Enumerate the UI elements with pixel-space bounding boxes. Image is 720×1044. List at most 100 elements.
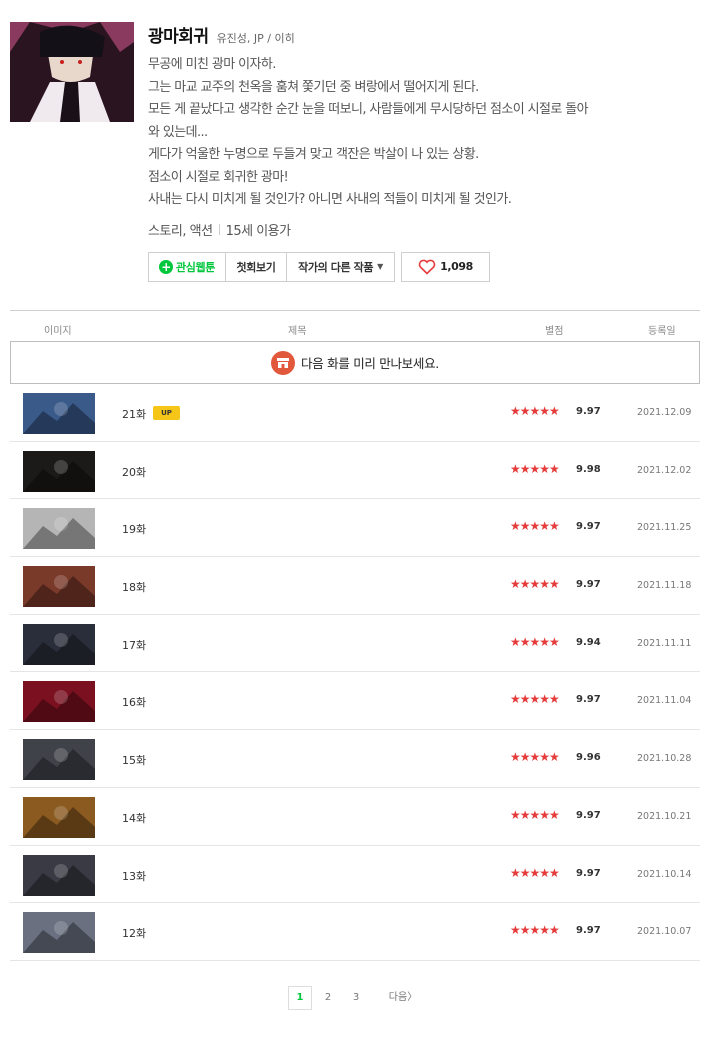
star-rating-icon: ★★★★★ — [510, 865, 560, 880]
store-icon — [271, 350, 296, 375]
episode-thumbnail[interactable] — [23, 450, 95, 492]
preview-text: 다음 화를 미리 만나보세요. — [301, 356, 439, 371]
preview-next-banner[interactable]: 다음 화를 미리 만나보세요. — [10, 341, 700, 384]
episode-row[interactable]: 15화 ★★★★★ 9.96 2021.10.28 — [10, 730, 700, 788]
episode-thumbnail[interactable] — [23, 796, 95, 838]
synopsis-line: 사내는 다시 미치게 될 것인가? 아니면 사내의 적들이 미치게 될 것인가. — [148, 192, 512, 207]
next-page-button[interactable]: 다음〉 — [386, 986, 420, 1010]
header-image: 이미지 — [44, 326, 72, 337]
pagination: 1 2 3 다음〉 — [0, 986, 720, 1010]
synopsis-line: 와 있는데... — [148, 124, 208, 140]
page-3-button[interactable]: 3 — [348, 986, 364, 1010]
episode-row[interactable]: 13화 ★★★★★ 9.97 2021.10.14 — [10, 846, 700, 904]
synopsis-line: 무공에 미친 광마 이자하. — [148, 57, 276, 72]
chevron-right-icon: 〉 — [407, 992, 418, 1003]
episode-date: 2021.10.21 — [637, 810, 692, 822]
episode-score: 9.96 — [576, 752, 601, 764]
episode-date: 2021.11.25 — [637, 522, 692, 534]
episode-row[interactable]: 12화 ★★★★★ 9.97 2021.10.07 — [10, 903, 700, 961]
episode-score: 9.98 — [576, 463, 601, 475]
series-cover-image[interactable] — [10, 22, 134, 122]
episode-score: 9.97 — [576, 809, 601, 821]
episode-date: 2021.11.11 — [637, 637, 692, 649]
header-rating: 별점 — [545, 326, 564, 337]
episode-date: 2021.10.28 — [637, 753, 692, 765]
episode-title[interactable]: 18화 — [122, 579, 146, 595]
episode-title[interactable]: 20화 — [122, 464, 146, 480]
star-rating-icon: ★★★★★ — [510, 519, 560, 534]
episode-row[interactable]: 17화 ★★★★★ 9.94 2021.11.11 — [10, 615, 700, 673]
episode-table-header: 이미지 제목 별점 등록일 — [10, 310, 700, 342]
episode-row[interactable]: 18화 ★★★★★ 9.97 2021.11.18 — [10, 557, 700, 615]
episode-title[interactable]: 12화 — [122, 925, 146, 941]
episode-date: 2021.11.18 — [637, 580, 692, 592]
star-rating-icon: ★★★★★ — [510, 577, 560, 592]
episode-thumbnail[interactable] — [23, 508, 95, 550]
episode-score: 9.97 — [576, 867, 601, 879]
episode-score: 9.94 — [576, 636, 601, 648]
series-authors[interactable]: 유진성, JP / 이히 — [217, 30, 295, 46]
episode-title[interactable]: 19화 — [122, 521, 146, 537]
episode-date: 2021.11.04 — [637, 695, 692, 707]
series-age-rating: 15세 이용가 — [225, 223, 292, 239]
episode-thumbnail[interactable] — [23, 393, 95, 434]
synopsis-line: 그는 마교 교주의 천옥을 훔쳐 쫓기던 중 벼랑에서 떨어지게 된다. — [148, 79, 479, 95]
episode-thumbnail[interactable] — [23, 566, 95, 608]
plus-icon: + — [159, 259, 174, 274]
favorite-button[interactable]: + 관심웹툰 — [148, 251, 226, 282]
like-button[interactable]: 1,098 — [401, 251, 490, 282]
other-works-label: 작가의 다른 작품 — [298, 260, 374, 274]
episode-row[interactable]: 14화 ★★★★★ 9.97 2021.10.21 — [10, 788, 700, 846]
star-rating-icon: ★★★★★ — [510, 634, 560, 649]
header-title: 제목 — [288, 326, 307, 337]
synopsis-line: 게다가 억울한 누명으로 두들겨 맞고 객잔은 박살이 나 있는 상황. — [148, 147, 479, 162]
series-synopsis: 무공에 미친 광마 이자하. 그는 마교 교주의 천옥을 훔쳐 쫓기던 중 벼랑… — [148, 54, 708, 212]
episode-score: 9.97 — [576, 406, 601, 417]
meta-divider — [218, 223, 220, 235]
header-date: 등록일 — [648, 326, 676, 337]
synopsis-line: 점소이 시절로 회귀한 광마! — [148, 169, 289, 185]
episode-title[interactable]: 21화 — [122, 406, 146, 422]
caret-down-icon: ▼ — [377, 262, 383, 271]
next-page-label: 다음 — [388, 992, 408, 1003]
synopsis-line: 모든 게 끝났다고 생각한 순간 눈을 떠보니, 사람들에게 무시당하던 점소이… — [148, 102, 589, 117]
episode-score: 9.97 — [576, 925, 601, 937]
star-rating-icon: ★★★★★ — [510, 692, 560, 707]
up-badge: UP — [153, 406, 180, 420]
first-episode-label: 첫회보기 — [236, 260, 276, 274]
episode-thumbnail[interactable] — [23, 681, 95, 723]
episode-row[interactable]: 20화 ★★★★★ 9.98 2021.12.02 — [10, 442, 700, 500]
episode-title[interactable]: 13화 — [122, 868, 146, 884]
star-rating-icon: ★★★★★ — [510, 461, 560, 476]
episode-thumbnail[interactable] — [23, 623, 95, 665]
episode-date: 2021.12.09 — [637, 407, 692, 418]
favorite-label: 관심웹툰 — [176, 260, 215, 274]
episode-row[interactable]: 16화 ★★★★★ 9.97 2021.11.04 — [10, 672, 700, 731]
episode-score: 9.97 — [576, 579, 601, 591]
episode-score: 9.97 — [576, 694, 601, 706]
series-title: 광마회귀 — [148, 27, 209, 47]
other-works-dropdown[interactable]: 작가의 다른 작품 ▼ — [287, 251, 395, 282]
episode-thumbnail[interactable] — [23, 912, 95, 954]
star-rating-icon: ★★★★★ — [510, 404, 560, 418]
episode-thumbnail[interactable] — [23, 739, 95, 781]
episode-row[interactable]: 19화 ★★★★★ 9.97 2021.11.25 — [10, 499, 700, 558]
series-meta: 스토리, 액션 15세 이용가 — [148, 220, 708, 239]
first-episode-button[interactable]: 첫회보기 — [226, 251, 287, 282]
page-1-button[interactable]: 1 — [288, 986, 312, 1010]
episode-title[interactable]: 15화 — [122, 752, 146, 768]
episode-title[interactable]: 16화 — [122, 694, 146, 710]
series-genre: 스토리, 액션 — [148, 223, 213, 239]
episode-score: 9.97 — [576, 521, 601, 533]
episode-date: 2021.10.07 — [637, 926, 692, 938]
like-count: 1,098 — [440, 260, 473, 273]
episode-title[interactable]: 14화 — [122, 810, 146, 826]
episode-row[interactable]: 21화 UP ★★★★★ 9.97 2021.12.09 — [10, 384, 700, 442]
star-rating-icon: ★★★★★ — [510, 923, 560, 938]
episode-title[interactable]: 17화 — [122, 637, 146, 653]
heart-icon — [418, 259, 436, 275]
episode-date: 2021.12.02 — [637, 464, 692, 476]
page-2-button[interactable]: 2 — [320, 986, 336, 1010]
episode-thumbnail[interactable] — [23, 854, 95, 896]
episode-list: 21화 UP ★★★★★ 9.97 2021.12.09 20화 ★★★★★ 9.98 2021… — [10, 384, 700, 961]
